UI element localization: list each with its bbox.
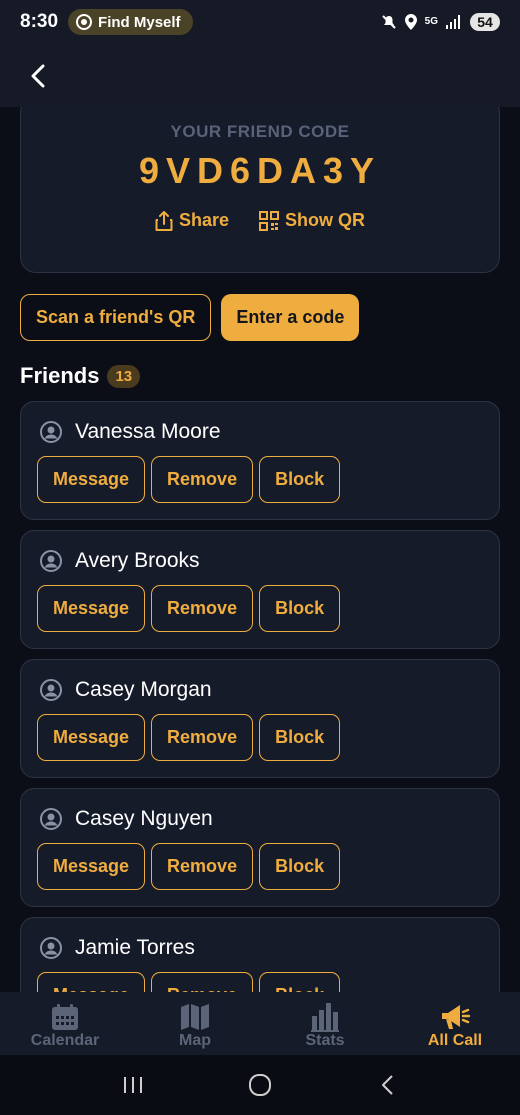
nav-item-label: Map (179, 1032, 211, 1049)
friend-header: Casey Morgan (39, 678, 212, 702)
nav-item-label: Calendar (30, 1032, 100, 1049)
megaphone-icon (440, 1002, 470, 1032)
recent-apps-button[interactable] (113, 1065, 153, 1105)
user-avatar-icon (40, 808, 62, 830)
recent-apps-icon (124, 1077, 143, 1093)
friend-code-label: YOUR FRIEND CODE (170, 122, 350, 141)
share-icon (155, 210, 173, 231)
app-pill-icon (76, 14, 93, 30)
content-scroll[interactable]: YOUR FRIEND CODE 9VD6DA3Y Share Show QR … (0, 107, 520, 992)
chevron-left-icon (31, 64, 45, 87)
block-button[interactable]: Block (259, 585, 341, 632)
friend-header: Jamie Torres (39, 936, 195, 960)
share-button[interactable]: Share (155, 210, 229, 231)
friend-header: Avery Brooks (39, 549, 200, 573)
block-button[interactable]: Block (259, 714, 341, 761)
friend-header: Vanessa Moore (39, 420, 221, 444)
user-avatar-icon (40, 550, 62, 572)
friend-actions: Message Remove Block (37, 456, 341, 503)
nav-item-map[interactable]: Map (130, 992, 260, 1055)
friend-name: Jamie Torres (75, 936, 195, 959)
status-bar: 8:30 Find Myself 5G 54 (0, 0, 520, 44)
friend-card: Avery Brooks Message Remove Block (20, 530, 500, 649)
signal-icon (446, 15, 460, 29)
calendar-icon (51, 1002, 79, 1032)
message-button[interactable]: Message (37, 972, 146, 992)
stats-icon (311, 1002, 339, 1032)
friend-card: Vanessa Moore Message Remove Block (20, 401, 500, 520)
message-button[interactable]: Message (37, 585, 146, 632)
back-button[interactable] (26, 64, 50, 88)
friend-actions: Message Remove Block (37, 714, 341, 761)
qr-code-icon (259, 210, 280, 231)
battery-indicator: 54 (470, 13, 500, 31)
remove-button[interactable]: Remove (151, 714, 254, 761)
friends-header: Friends 13 (20, 363, 141, 389)
friends-count-badge: 13 (107, 364, 141, 388)
network-label: 5G (424, 16, 438, 27)
show-qr-label: Show QR (285, 210, 366, 230)
status-icons: 5G 54 (381, 13, 500, 31)
friend-actions: Message Remove Block (37, 972, 341, 992)
friend-actions: Message Remove Block (37, 585, 341, 632)
block-button[interactable]: Block (259, 843, 341, 890)
remove-button[interactable]: Remove (151, 972, 254, 992)
enter-code-button[interactable]: Enter a code (221, 294, 360, 341)
map-icon (180, 1002, 210, 1032)
home-icon (248, 1074, 271, 1096)
message-button[interactable]: Message (37, 714, 146, 761)
scan-qr-button[interactable]: Scan a friend's QR (20, 294, 212, 341)
nav-item-calendar[interactable]: Calendar (0, 992, 130, 1055)
friend-code-actions: Share Show QR (21, 210, 499, 231)
friend-card: Jamie Torres Message Remove Block (20, 917, 500, 992)
home-button[interactable] (240, 1065, 280, 1105)
back-icon (381, 1075, 393, 1095)
add-friend-actions: Scan a friend's QR Enter a code (20, 294, 360, 341)
message-button[interactable]: Message (37, 843, 146, 890)
nav-item-label: Stats (305, 1032, 345, 1049)
app-pill: Find Myself (68, 9, 193, 35)
user-avatar-icon (40, 421, 62, 443)
status-time: 8:30 (20, 11, 59, 32)
system-nav-bar (0, 1055, 520, 1115)
friend-code-value: 9VD6DA3Y (138, 150, 382, 191)
block-button[interactable]: Block (259, 456, 341, 503)
app-bar (0, 44, 520, 107)
mute-icon (381, 15, 396, 29)
app-pill-label: Find Myself (98, 13, 181, 31)
message-button[interactable]: Message (37, 456, 146, 503)
remove-button[interactable]: Remove (151, 843, 254, 890)
share-label: Share (178, 210, 230, 230)
friend-card: Casey Morgan Message Remove Block (20, 659, 500, 778)
user-avatar-icon (40, 679, 62, 701)
user-avatar-icon (40, 937, 62, 959)
friend-name: Casey Nguyen (75, 807, 213, 830)
show-qr-button[interactable]: Show QR (259, 210, 365, 231)
bottom-nav: Calendar Map Stats All Call (0, 992, 520, 1055)
friend-code-card: YOUR FRIEND CODE 9VD6DA3Y Share Show QR (20, 107, 500, 273)
friend-card: Casey Nguyen Message Remove Block (20, 788, 500, 907)
friends-title: Friends (20, 363, 100, 388)
system-back-button[interactable] (367, 1065, 407, 1105)
nav-item-all-call[interactable]: All Call (390, 992, 520, 1055)
remove-button[interactable]: Remove (151, 456, 254, 503)
location-icon (404, 14, 417, 30)
friend-header: Casey Nguyen (39, 807, 213, 831)
friend-name: Avery Brooks (75, 549, 200, 572)
friend-actions: Message Remove Block (37, 843, 341, 890)
nav-item-label: All Call (427, 1032, 483, 1049)
friend-list: Vanessa Moore Message Remove Block Avery… (20, 401, 500, 992)
friend-name: Vanessa Moore (75, 420, 221, 443)
friend-name: Casey Morgan (75, 678, 212, 701)
nav-item-stats[interactable]: Stats (260, 992, 390, 1055)
block-button[interactable]: Block (259, 972, 341, 992)
remove-button[interactable]: Remove (151, 585, 254, 632)
